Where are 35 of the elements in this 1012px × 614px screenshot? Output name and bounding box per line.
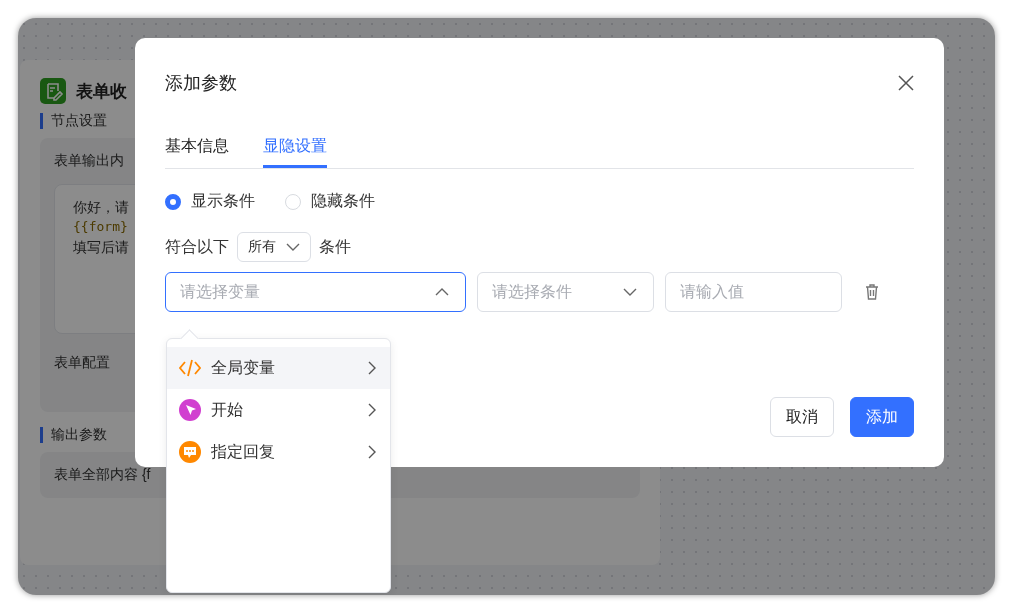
menu-item[interactable]: 指定回复: [167, 431, 390, 473]
menu-item[interactable]: 开始: [167, 389, 390, 431]
add-button[interactable]: 添加: [850, 397, 914, 437]
section-heading: 输出参数: [51, 426, 107, 444]
node-title: 表单收: [76, 80, 127, 103]
match-mode-select[interactable]: 所有: [237, 232, 311, 262]
radio-option[interactable]: 隐藏条件: [285, 191, 375, 212]
chevron-right-icon: [368, 445, 376, 459]
close-icon: [898, 75, 914, 91]
chevron-down-icon: [286, 243, 300, 251]
close-button[interactable]: [898, 75, 914, 91]
template-line: 你好，请: [73, 198, 129, 217]
radio-option[interactable]: 显示条件: [165, 191, 255, 212]
form-icon: [40, 78, 66, 104]
menu-item[interactable]: 全局变量: [167, 347, 390, 389]
chat-icon: [179, 441, 201, 463]
chevron-up-icon: [435, 288, 449, 296]
tab[interactable]: 显隐设置: [263, 136, 327, 168]
section-heading: 节点设置: [51, 112, 107, 130]
field-label: 表单输出内: [54, 152, 124, 170]
template-line: {{form}: [73, 218, 128, 236]
cursor-icon: [179, 399, 201, 421]
dialog-title: 添加参数: [165, 72, 237, 95]
chevron-right-icon: [368, 403, 376, 417]
template-line: 填写后请: [73, 238, 129, 257]
chevron-down-icon: [623, 288, 637, 296]
match-label: 条件: [319, 236, 351, 257]
chevron-right-icon: [368, 361, 376, 375]
tab[interactable]: 基本信息: [165, 136, 229, 168]
field-label: 表单配置: [54, 354, 110, 372]
trash-icon[interactable]: [865, 284, 879, 300]
code-icon: [179, 358, 201, 378]
cancel-button[interactable]: 取消: [770, 397, 834, 437]
match-label: 符合以下: [165, 236, 229, 257]
output-value: 表单全部内容 {f: [54, 466, 151, 484]
